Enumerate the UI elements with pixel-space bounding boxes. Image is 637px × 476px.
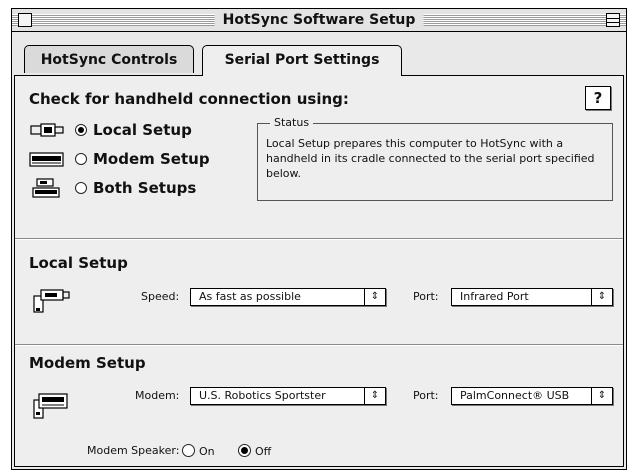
local-setup-label: Local Setup: [93, 121, 192, 139]
title-bar[interactable]: HotSync Software Setup: [12, 9, 626, 32]
serial-port-settings-panel: Check for handheld connection using: ? L…: [14, 75, 624, 467]
speaker-on-label: On: [199, 445, 215, 458]
local-port-popup[interactable]: Infrared Port ⇕: [451, 288, 613, 306]
modem-device-icon: [33, 393, 68, 419]
modem-port-label: Port:: [413, 389, 439, 402]
radio-modem-setup[interactable]: Modem Setup: [29, 147, 210, 171]
both-devices-icon: [32, 178, 60, 198]
tab-serial-port-settings[interactable]: Serial Port Settings: [202, 45, 402, 76]
both-setups-label: Both Setups: [93, 179, 197, 197]
status-text: Local Setup prepares this computer to Ho…: [266, 137, 595, 180]
modem-setup-label: Modem Setup: [93, 150, 210, 168]
both-setups-radio[interactable]: [75, 182, 87, 194]
separator: [15, 238, 623, 240]
modem-speaker-label: Modem Speaker:: [87, 444, 180, 457]
local-port-label: Port:: [413, 290, 439, 303]
speed-popup[interactable]: As fast as possible ⇕: [190, 288, 386, 306]
cradle-icon: [30, 123, 64, 137]
local-setup-radio[interactable]: [75, 124, 87, 136]
local-setup-heading: Local Setup: [29, 254, 128, 272]
speaker-off-label: Off: [255, 445, 272, 458]
modem-port-value: PalmConnect® USB: [460, 389, 570, 402]
separator: [15, 344, 623, 346]
popup-arrows-icon: ⇕: [591, 289, 612, 305]
modem-value: U.S. Robotics Sportster: [199, 389, 326, 402]
status-title: Status: [270, 116, 314, 130]
popup-arrows-icon: ⇕: [591, 388, 612, 404]
local-port-value: Infrared Port: [460, 290, 529, 303]
modem-setup-heading: Modem Setup: [29, 354, 146, 372]
radio-local-setup[interactable]: Local Setup: [29, 118, 192, 142]
modem-label: Modem:: [135, 389, 180, 402]
speed-value: As fast as possible: [199, 290, 301, 303]
modem-setup-radio[interactable]: [75, 153, 87, 165]
status-group: Status Local Setup prepares this compute…: [257, 116, 613, 201]
help-button[interactable]: ?: [585, 86, 611, 110]
tab-hotsync-controls[interactable]: HotSync Controls: [24, 45, 194, 73]
speaker-on-radio[interactable]: [182, 444, 195, 457]
window-title: HotSync Software Setup: [214, 11, 424, 29]
modem-icon: [29, 152, 64, 167]
speed-label: Speed:: [141, 290, 180, 303]
speaker-off-radio[interactable]: [238, 444, 251, 457]
zoom-box[interactable]: [606, 13, 620, 27]
radio-both-setups[interactable]: Both Setups: [29, 176, 196, 200]
modem-popup[interactable]: U.S. Robotics Sportster ⇕: [190, 387, 386, 405]
popup-arrows-icon: ⇕: [364, 388, 385, 404]
close-box[interactable]: [18, 13, 32, 27]
hotsync-setup-window: HotSync Software Setup HotSync Controls …: [11, 8, 627, 470]
local-cradle-icon: [33, 289, 70, 313]
modem-port-popup[interactable]: PalmConnect® USB ⇕: [451, 387, 613, 405]
connection-heading: Check for handheld connection using:: [29, 90, 349, 108]
popup-arrows-icon: ⇕: [364, 289, 385, 305]
